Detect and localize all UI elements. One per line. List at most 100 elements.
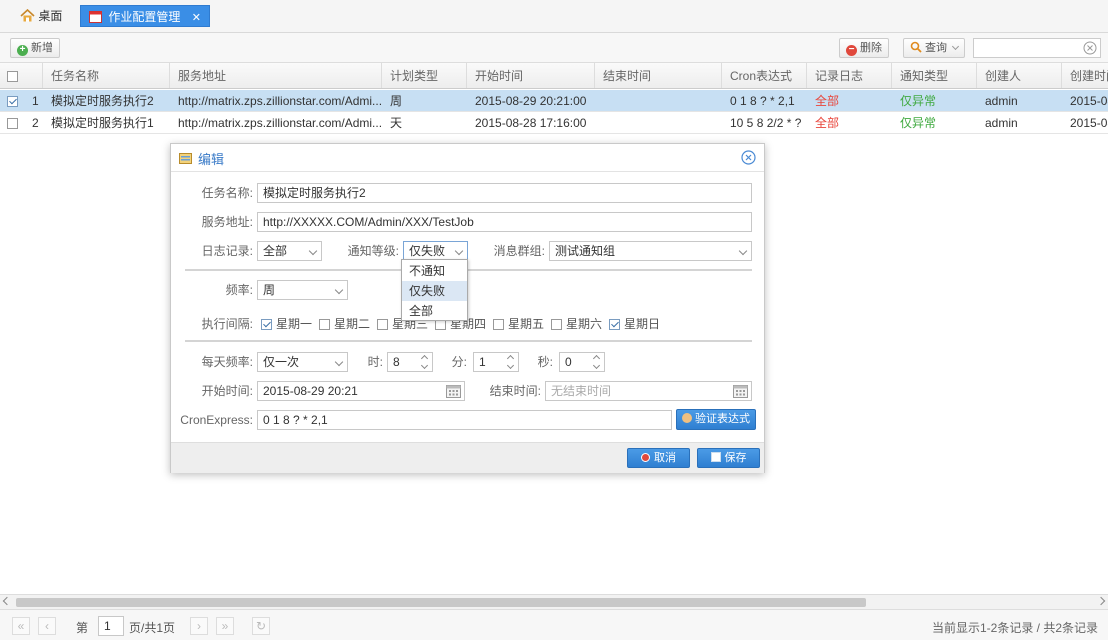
cell-name: 模拟定时服务执行1	[51, 116, 154, 130]
checkbox[interactable]	[493, 319, 504, 330]
search-input[interactable]	[973, 38, 1101, 58]
calendar-icon[interactable]	[733, 384, 748, 400]
save-button[interactable]: 保存	[697, 448, 760, 468]
query-button[interactable]: 查询	[903, 38, 965, 58]
group-select[interactable]: 测试通知组	[549, 241, 752, 261]
service-url-label: 服务地址:	[201, 215, 253, 229]
cancel-button[interactable]: 取消	[627, 448, 690, 468]
cell-url: http://matrix.zps.zillionstar.com/Admi..…	[178, 94, 382, 108]
hour-label: 时:	[367, 355, 383, 369]
column-header[interactable]: 创建时间	[1062, 63, 1108, 88]
cron-input[interactable]: 0 1 8 ? * 2,1	[257, 410, 672, 430]
page-input[interactable]: 1	[98, 616, 124, 636]
end-time-input[interactable]: 无结束时间	[545, 381, 752, 401]
column-header[interactable]: Cron表达式	[722, 63, 807, 88]
column-header[interactable]: 通知类型	[892, 63, 977, 88]
first-page-button[interactable]: «	[12, 617, 30, 635]
end-time-placeholder: 无结束时间	[551, 384, 612, 398]
calendar-icon	[89, 8, 102, 30]
log-select[interactable]: 全部	[257, 241, 322, 261]
horizontal-scrollbar[interactable]	[0, 594, 1108, 609]
checkbox[interactable]	[261, 319, 272, 330]
checkbox[interactable]	[609, 319, 620, 330]
tab-desktop[interactable]: 桌面	[12, 5, 70, 27]
column-header[interactable]: 记录日志	[807, 63, 892, 88]
start-time-input[interactable]: 2015-08-29 20:21	[257, 381, 465, 401]
freq-label: 频率:	[225, 283, 253, 297]
hour-stepper[interactable]: 8	[387, 352, 433, 372]
notify-select[interactable]: 仅失败	[403, 241, 468, 261]
delete-button[interactable]: − 删除	[839, 38, 889, 58]
table-row[interactable]: 1 模拟定时服务执行2 http://matrix.zps.zillionsta…	[0, 90, 1108, 112]
spinner-icon[interactable]	[507, 355, 515, 369]
task-name-input[interactable]: 模拟定时服务执行2	[257, 183, 752, 203]
tab-job-config[interactable]: 作业配置管理 ✕	[80, 5, 210, 27]
weekday-checkbox[interactable]: 星期二	[319, 316, 370, 332]
log-select-value: 全部	[263, 244, 288, 258]
notify-label: 通知等级:	[347, 244, 399, 258]
cell-url: http://matrix.zps.zillionstar.com/Admi..…	[178, 116, 382, 130]
scroll-left-icon[interactable]	[2, 596, 12, 606]
column-header[interactable]: 计划类型	[382, 63, 467, 88]
close-icon[interactable]	[741, 150, 756, 168]
next-page-button[interactable]: ›	[190, 617, 208, 635]
spinner-icon[interactable]	[421, 355, 429, 369]
row-checkbox[interactable]	[7, 96, 18, 107]
column-header[interactable]: 任务名称	[43, 63, 170, 88]
chevron-down-icon	[308, 246, 318, 256]
weekday-checkbox[interactable]: 星期一	[261, 316, 312, 332]
freq-select[interactable]: 周	[257, 280, 348, 300]
plus-icon: +	[17, 45, 28, 56]
table-row[interactable]: 2 模拟定时服务执行1 http://matrix.zps.zillionsta…	[0, 112, 1108, 134]
weekday-checkbox[interactable]: 星期六	[551, 316, 602, 332]
validate-button[interactable]: 验证表达式	[676, 409, 756, 430]
second-stepper[interactable]: 0	[559, 352, 605, 372]
checkbox[interactable]	[377, 319, 388, 330]
start-time-label: 开始时间:	[201, 384, 253, 398]
clear-icon[interactable]	[1083, 41, 1097, 58]
cell-start: 2015-08-28 17:16:00	[475, 116, 587, 130]
minute-value: 1	[479, 355, 486, 369]
cell-notify: 仅异常	[900, 94, 937, 108]
dropdown-option[interactable]: 不通知	[402, 261, 467, 281]
calendar-icon[interactable]	[446, 384, 461, 400]
close-icon[interactable]: ✕	[192, 12, 201, 24]
spinner-icon[interactable]	[593, 355, 601, 369]
column-header[interactable]: 创建人	[977, 63, 1062, 88]
row-checkbox[interactable]	[7, 118, 18, 129]
checkbox[interactable]	[319, 319, 330, 330]
prev-page-button[interactable]: ‹	[38, 617, 56, 635]
dropdown-option[interactable]: 全部	[402, 301, 467, 321]
refresh-button[interactable]: ↻	[252, 617, 270, 635]
column-header[interactable]: 服务地址	[170, 63, 382, 88]
weekday-checkbox[interactable]: 星期日	[609, 316, 660, 332]
chevron-down-icon	[334, 357, 344, 367]
scroll-right-icon[interactable]	[1096, 596, 1106, 606]
save-button-label: 保存	[724, 452, 747, 464]
second-label: 秒:	[537, 355, 553, 369]
weekday-checkbox[interactable]: 星期五	[493, 316, 544, 332]
dropdown-option[interactable]: 仅失败	[402, 281, 467, 301]
notify-select-value: 仅失败	[409, 244, 446, 258]
minute-stepper[interactable]: 1	[473, 352, 519, 372]
weekday-label: 星期一	[276, 317, 313, 331]
scrollbar-thumb[interactable]	[16, 598, 866, 607]
daily-freq-select[interactable]: 仅一次	[257, 352, 348, 372]
checkbox[interactable]	[551, 319, 562, 330]
last-page-button[interactable]: »	[216, 617, 234, 635]
dialog-titlebar[interactable]: 编辑	[171, 144, 764, 172]
select-all-cell	[0, 63, 43, 88]
cancel-button-label: 取消	[654, 452, 676, 464]
column-header[interactable]: 结束时间	[595, 63, 722, 88]
column-header[interactable]: 开始时间	[467, 63, 595, 88]
select-all-checkbox[interactable]	[7, 71, 18, 82]
edit-icon	[179, 151, 193, 167]
cell-cron: 10 5 8 2/2 * ?	[730, 116, 802, 130]
cell-created: 2015-08	[1070, 94, 1108, 108]
validate-button-label: 验证表达式	[695, 413, 750, 425]
weekday-label: 星期日	[624, 317, 661, 331]
service-url-input[interactable]: http://XXXXX.COM/Admin/XXX/TestJob	[257, 212, 752, 232]
cell-notify: 仅异常	[900, 116, 937, 130]
cell-plan: 天	[390, 116, 403, 130]
add-button[interactable]: + 新增	[10, 38, 60, 58]
